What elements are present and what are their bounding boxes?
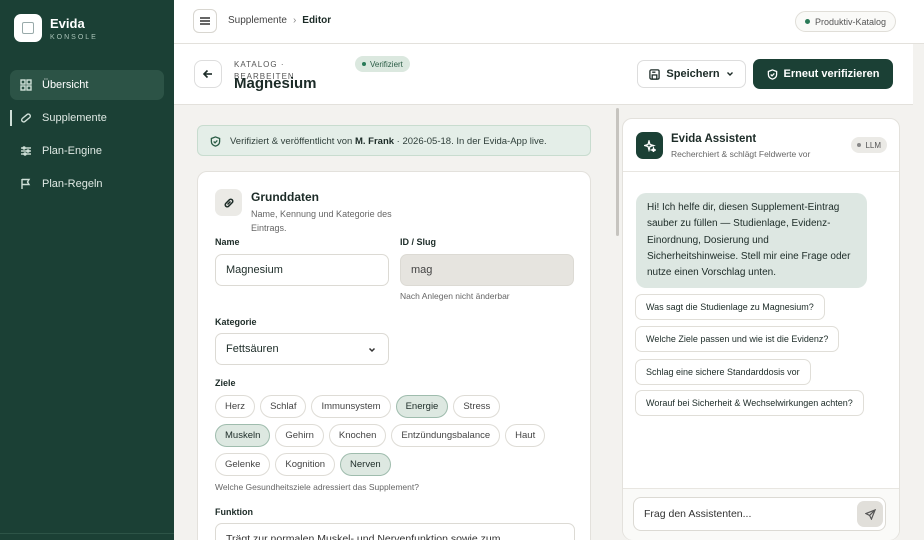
name-label: Name (215, 237, 240, 247)
notice-user: M. Frank (354, 136, 395, 147)
basics-card: Grunddaten Name, Kennung und Kategorie d… (197, 171, 591, 540)
sidebar-item-uebersicht[interactable]: Übersicht (10, 70, 164, 100)
sidebar-footer (0, 533, 174, 540)
llm-badge: LLM (851, 137, 887, 153)
suggestion-button[interactable]: Welche Ziele passen und wie ist die Evid… (635, 326, 840, 352)
send-icon (864, 508, 876, 520)
goal-chip-entzuendungsbalance[interactable]: Entzündungsbalance (391, 424, 501, 447)
grid-icon (20, 79, 32, 91)
suggestion-button[interactable]: Worauf bei Sicherheit & Wechselwirkungen… (635, 390, 864, 416)
id-field: mag (400, 254, 574, 286)
save-button[interactable]: Speichern (637, 60, 746, 88)
sliders-icon (21, 146, 31, 156)
environment-badge: Produktiv-Katalog (794, 11, 896, 32)
status-dot-icon (857, 143, 862, 147)
llm-badge-label: LLM (865, 140, 881, 150)
function-field[interactable]: Trägt zur normalen Muskel- und Nervenfun… (215, 523, 575, 540)
save-icon (649, 68, 661, 80)
sidebar-item-label: Plan-Engine (42, 145, 102, 157)
status-dot-icon (804, 19, 810, 24)
goal-chip-nerven[interactable]: Nerven (340, 453, 391, 476)
card-title: Grunddaten (251, 190, 319, 204)
goal-chip-knochen[interactable]: Knochen (328, 424, 387, 447)
status-dot-icon (362, 62, 366, 66)
send-button[interactable] (857, 501, 883, 527)
status-badge-label: Verifiziert (370, 59, 403, 69)
category-value: Fettsäuren (226, 343, 279, 355)
assistant-header: Evida Assistent Recherchiert & schlägt F… (623, 119, 899, 172)
chevron-down-icon (368, 347, 376, 353)
goal-chip-kognition[interactable]: Kognition (275, 453, 336, 476)
sidebar-item-plan-regeln[interactable]: Plan-Regeln (10, 169, 164, 199)
assistant-composer: Frag den Assistenten... (623, 488, 899, 540)
assistant-input[interactable]: Frag den Assistenten... (633, 497, 886, 531)
brand-subtitle: KONSOLE (50, 33, 98, 41)
id-hint: Nach Anlegen nicht änderbar (400, 291, 510, 301)
pill-icon (21, 113, 31, 123)
scrollbar[interactable] (616, 108, 619, 236)
function-label: Funktion (215, 507, 253, 517)
link-icon (215, 189, 242, 216)
breadcrumb: Supplemente › Editor (228, 15, 331, 26)
suggestion-button[interactable]: Was sagt die Studienlage zu Magnesium? (635, 294, 825, 320)
breadcrumb-editor: Editor (302, 15, 332, 26)
arrow-left-icon (202, 69, 212, 79)
reverify-button[interactable]: Erneut verifizieren (753, 59, 893, 89)
category-label: Kategorie (215, 317, 257, 327)
save-button-label: Speichern (666, 68, 720, 80)
menu-icon (200, 17, 210, 25)
assistant-message: Hi! Ich helfe dir, diesen Supplement-Ein… (636, 193, 867, 288)
sidebar: Evida KONSOLE Übersicht Supplemente Plan… (0, 0, 174, 540)
chevron-right-icon: › (292, 15, 297, 26)
goal-chip-muskeln[interactable]: Muskeln (215, 424, 271, 447)
goal-chip-immunsystem[interactable]: Immunsystem (311, 395, 391, 418)
assistant-name: Evida Assistent (671, 133, 757, 145)
suggestion-button[interactable]: Schlag eine sichere Standarddosis vor (635, 359, 811, 385)
sidebar-item-label: Übersicht (42, 79, 89, 91)
topbar: Supplemente › Editor Produktiv-Katalog (174, 0, 924, 44)
editor-header: KATALOG · BEARBEITEN Magnesium Verifizie… (174, 44, 913, 105)
notice-prefix: Verifiziert & veröffentlicht von (230, 136, 355, 147)
id-label: ID / Slug (400, 237, 436, 247)
goals-hint: Welche Gesundheitsziele adressiert das S… (215, 482, 419, 492)
verification-notice: Verifiziert & veröffentlicht von M. Fran… (197, 125, 591, 156)
status-badge: Verifiziert (355, 56, 410, 72)
page-title: Magnesium (234, 75, 317, 92)
notice-suffix: · 2026-05-18. In der Evida-App live. (394, 136, 547, 147)
reverify-button-label: Erneut verifizieren (783, 68, 880, 80)
sidebar-nav: Übersicht Supplemente Plan-Engine Plan-R… (10, 70, 164, 202)
flag-icon (21, 178, 31, 189)
brand[interactable]: Evida KONSOLE (14, 14, 98, 42)
back-button[interactable] (194, 60, 222, 88)
goal-chip-herz[interactable]: Herz (215, 395, 256, 418)
goals-label: Ziele (215, 378, 236, 388)
sidebar-item-supplemente[interactable]: Supplemente (10, 103, 164, 133)
sparkle-icon (636, 132, 663, 159)
menu-button[interactable] (193, 9, 217, 33)
card-subtitle: Name, Kennung und Kategorie des Eintrags… (251, 209, 392, 233)
goal-chip-gehirn[interactable]: Gehirn (275, 424, 324, 447)
sidebar-item-plan-engine[interactable]: Plan-Engine (10, 136, 164, 166)
goal-chip-gelenke[interactable]: Gelenke (215, 453, 271, 476)
shield-check-icon (767, 68, 777, 80)
sidebar-item-label: Supplemente (42, 112, 107, 124)
chevron-down-icon (726, 72, 733, 76)
brand-name: Evida (50, 15, 85, 31)
assistant-panel: Evida Assistent Recherchiert & schlägt F… (622, 118, 900, 540)
sidebar-item-label: Plan-Regeln (42, 178, 103, 190)
goal-chip-energie[interactable]: Energie (395, 395, 449, 418)
goal-chip-haut[interactable]: Haut (505, 424, 546, 447)
category-select[interactable]: Fettsäuren (215, 333, 389, 365)
breadcrumb-supplemente[interactable]: Supplemente (228, 15, 287, 26)
goals-chips: Herz Schlaf Immunsystem Energie Stress M… (215, 395, 585, 482)
goal-chip-schlaf[interactable]: Schlaf (260, 395, 307, 418)
environment-label: Produktiv-Katalog (814, 16, 886, 27)
assistant-subtitle: Recherchiert & schlägt Feldwerte vor (671, 149, 811, 159)
name-field[interactable]: Magnesium (215, 254, 389, 286)
shield-check-icon (210, 136, 221, 147)
logo-icon (14, 14, 42, 42)
goal-chip-stress[interactable]: Stress (453, 395, 501, 418)
